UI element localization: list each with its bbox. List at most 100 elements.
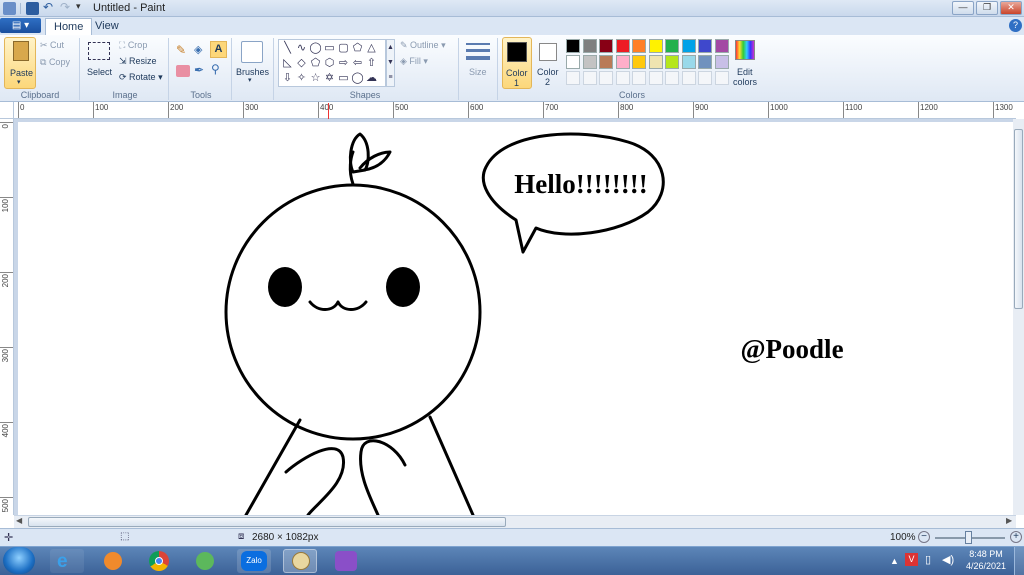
rotate-button[interactable]: ⟳ Rotate ▾ (119, 72, 163, 83)
media-player-icon[interactable] (96, 549, 130, 573)
vertical-scroll-thumb[interactable] (1014, 129, 1023, 309)
custom-color-slot[interactable] (566, 71, 580, 85)
paste-button[interactable]: Paste ▾ (4, 37, 36, 89)
right-arrow-shape-icon[interactable]: ⇨ (337, 57, 350, 70)
app-icon[interactable] (188, 549, 222, 573)
vertical-scrollbar[interactable] (1013, 119, 1024, 515)
palette-color-swatch[interactable] (714, 39, 729, 53)
undo-icon[interactable]: ↶ (43, 0, 53, 14)
outline-button[interactable]: ✎ Outline ▾ (400, 40, 446, 51)
help-icon[interactable]: ? (1009, 19, 1022, 32)
custom-color-slot[interactable] (615, 71, 630, 85)
color2-button[interactable]: Color 2 (535, 37, 563, 89)
custom-color-slot[interactable] (681, 71, 696, 85)
diamond-shape-icon[interactable]: ◇ (295, 57, 308, 70)
callout-rectangle-shape-icon[interactable]: ▭ (337, 72, 350, 85)
scroll-right-icon[interactable]: ▶ (1006, 516, 1012, 525)
zoom-out-button[interactable]: − (918, 531, 930, 543)
palette-color-swatch[interactable] (599, 55, 613, 69)
canvas-area[interactable]: Hello!!!!!!!! @Poodle (14, 119, 1016, 515)
shapes-scroll-icon[interactable]: ▲ ▼ ≡ (386, 39, 395, 87)
callout-cloud-shape-icon[interactable]: ☁ (365, 72, 378, 85)
right-triangle-shape-icon[interactable]: ◺ (281, 57, 294, 70)
color1-button[interactable]: Color 1 (502, 37, 532, 89)
custom-color-slot[interactable] (599, 71, 613, 85)
line-shape-icon[interactable]: ╲ (281, 42, 294, 55)
oval-shape-icon[interactable]: ◯ (309, 42, 322, 55)
hexagon-shape-icon[interactable]: ⬡ (323, 57, 336, 70)
redo-icon[interactable]: ↷ (60, 0, 70, 14)
drawing-canvas[interactable]: Hello!!!!!!!! @Poodle (18, 122, 1016, 515)
paint-app-icon[interactable] (3, 2, 16, 15)
media-app-icon[interactable] (329, 549, 363, 573)
custom-color-slot[interactable] (582, 71, 597, 85)
palette-color-swatch[interactable] (566, 55, 580, 69)
paint-menu-button[interactable]: ▤ ▾ (0, 18, 41, 33)
rounded-rectangle-shape-icon[interactable]: ▢ (337, 42, 350, 55)
eraser-icon[interactable] (176, 65, 190, 77)
custom-color-slot[interactable] (648, 71, 663, 85)
palette-color-swatch[interactable] (681, 39, 696, 53)
show-hidden-icons-icon[interactable]: ▲ (890, 556, 899, 566)
magnifier-icon[interactable]: ⚲ (211, 62, 220, 76)
chrome-icon[interactable] (142, 549, 176, 573)
palette-color-swatch[interactable] (698, 39, 712, 53)
palette-color-swatch[interactable] (648, 39, 663, 53)
palette-color-swatch[interactable] (681, 55, 696, 69)
triangle-shape-icon[interactable]: △ (365, 42, 378, 55)
pentagon-shape-icon[interactable]: ⬠ (309, 57, 322, 70)
customize-qa-icon[interactable]: ▾ (76, 1, 81, 12)
palette-color-swatch[interactable] (599, 39, 613, 53)
shapes-gallery[interactable]: ╲ ∿ ◯ ▭ ▢ ⬠ △ ◺ ◇ ⬠ ⬡ ⇨ ⇦ ⇧ ⇩ ✧ ☆ ✡ ▭ ◯ … (278, 39, 386, 87)
palette-color-swatch[interactable] (698, 55, 712, 69)
callout-oval-shape-icon[interactable]: ◯ (351, 72, 364, 85)
horizontal-scroll-thumb[interactable] (28, 517, 506, 527)
antivirus-tray-icon[interactable]: V (905, 553, 918, 566)
fill-bucket-icon[interactable]: ◈ (194, 43, 208, 57)
fill-button[interactable]: ◈ Fill ▾ (400, 56, 428, 67)
volume-tray-icon[interactable]: ◀) (942, 553, 954, 566)
palette-color-swatch[interactable] (566, 39, 580, 53)
palette-color-swatch[interactable] (582, 39, 597, 53)
cut-button[interactable]: ✂ Cut (40, 40, 64, 51)
maximize-button[interactable]: ❐ (976, 1, 998, 15)
resize-button[interactable]: ⇲ Resize (119, 56, 157, 67)
rectangle-shape-icon[interactable]: ▭ (323, 42, 336, 55)
palette-color-swatch[interactable] (632, 55, 646, 69)
tab-home[interactable]: Home (45, 18, 93, 35)
size-button[interactable]: Size (463, 39, 493, 87)
tab-view[interactable]: View (87, 18, 127, 35)
text-tool-icon[interactable]: A (210, 41, 227, 58)
palette-color-swatch[interactable] (665, 55, 679, 69)
brushes-button[interactable]: Brushes ▾ (235, 38, 269, 88)
five-point-star-shape-icon[interactable]: ☆ (309, 72, 322, 85)
horizontal-scrollbar[interactable]: ◀ ▶ (14, 515, 1016, 528)
custom-color-slot[interactable] (632, 71, 646, 85)
color-picker-icon[interactable]: ✒ (194, 63, 204, 77)
palette-color-swatch[interactable] (665, 39, 679, 53)
save-icon[interactable] (26, 2, 39, 15)
edit-colors-button[interactable]: Edit colors (733, 38, 757, 90)
minimize-button[interactable]: — (952, 1, 974, 15)
scroll-left-icon[interactable]: ◀ (16, 516, 22, 525)
pencil-icon[interactable]: ✎ (176, 43, 190, 57)
palette-color-swatch[interactable] (582, 55, 597, 69)
zoom-slider-thumb[interactable] (965, 531, 972, 544)
crop-button[interactable]: ⛶ Crop (119, 40, 147, 51)
select-button[interactable]: Select (86, 39, 112, 87)
custom-color-slot[interactable] (665, 71, 679, 85)
palette-color-swatch[interactable] (714, 55, 729, 69)
copy-button[interactable]: ⧉ Copy (40, 57, 70, 68)
network-tray-icon[interactable]: ▯ (925, 553, 931, 566)
close-button[interactable]: ✕ (1000, 1, 1022, 15)
palette-color-swatch[interactable] (615, 39, 630, 53)
show-desktop-button[interactable] (1014, 547, 1024, 575)
paint-taskbar-icon[interactable] (283, 549, 317, 573)
palette-color-swatch[interactable] (632, 39, 646, 53)
start-button[interactable] (3, 547, 35, 574)
down-arrow-shape-icon[interactable]: ⇩ (281, 72, 294, 85)
curve-shape-icon[interactable]: ∿ (295, 42, 308, 55)
polygon-shape-icon[interactable]: ⬠ (351, 42, 364, 55)
internet-explorer-icon[interactable]: e (50, 549, 84, 573)
six-point-star-shape-icon[interactable]: ✡ (323, 72, 336, 85)
